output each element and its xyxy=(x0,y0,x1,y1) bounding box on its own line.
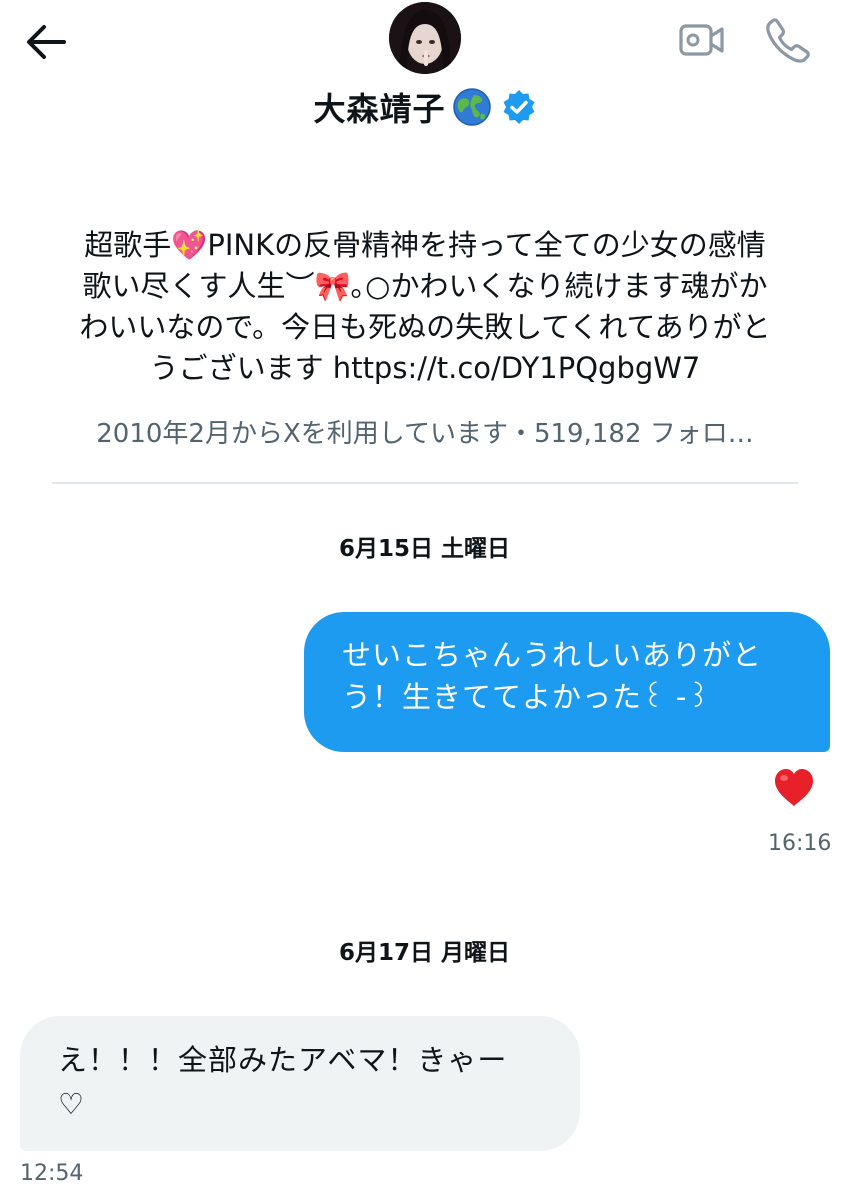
message-line: ♡ xyxy=(58,1087,85,1121)
bio-line: 歌い尽くす人生︶🎀｡○かわいくなり続けます魂がか xyxy=(82,269,768,303)
date-separator: 6月17日 月曜日 xyxy=(338,940,511,966)
message-timestamp: 12:54 xyxy=(20,1161,84,1186)
heart-reaction-icon[interactable] xyxy=(772,766,816,810)
bio-line[interactable]: うございます https://t.co/DY1PQgbgW7 xyxy=(40,348,810,389)
contact-title[interactable]: 大森靖子 xyxy=(0,84,849,130)
message-line: せいこちゃんうれしいありがと xyxy=(342,638,763,672)
message-line: う！生きててよかった꒰ -꒱ xyxy=(342,680,711,714)
video-camera-icon xyxy=(679,24,724,56)
globe-emoji-icon xyxy=(452,88,491,126)
voice-call-button[interactable] xyxy=(760,12,816,68)
profile-bio: 超歌手💖PINKの反骨精神を持って全ての少女の感情 歌い尽くす人生︶🎀｡○かわい… xyxy=(40,225,810,389)
bio-line: わいいなので。今日も死ぬの失敗してくれてありがと xyxy=(79,310,771,344)
avatar-photo xyxy=(389,2,461,74)
sent-message-bubble[interactable]: せいこちゃんうれしいありがと う！生きててよかった꒰ -꒱ xyxy=(304,612,830,752)
message-line: え！！！全部みたアベマ！きゃー xyxy=(58,1043,508,1077)
bio-line: 超歌手💖PINKの反骨精神を持って全ての少女の感情 xyxy=(84,228,766,262)
contact-name: 大森靖子 xyxy=(313,90,446,128)
profile-meta: 2010年2月からXを利用しています・519,182 フォロ… xyxy=(96,419,754,449)
back-button[interactable] xyxy=(22,18,70,66)
arrow-left-icon xyxy=(27,25,66,59)
received-message-bubble[interactable]: え！！！全部みたアベマ！きゃー ♡ xyxy=(20,1016,580,1151)
avatar[interactable] xyxy=(389,2,461,74)
phone-icon xyxy=(766,18,810,63)
verified-badge-icon xyxy=(503,90,534,124)
message-timestamp: 16:16 xyxy=(768,831,832,856)
divider xyxy=(52,482,798,484)
video-call-button[interactable] xyxy=(676,14,728,66)
date-separator: 6月15日 土曜日 xyxy=(338,536,511,562)
conversation-header: 大森靖子 xyxy=(0,0,849,140)
